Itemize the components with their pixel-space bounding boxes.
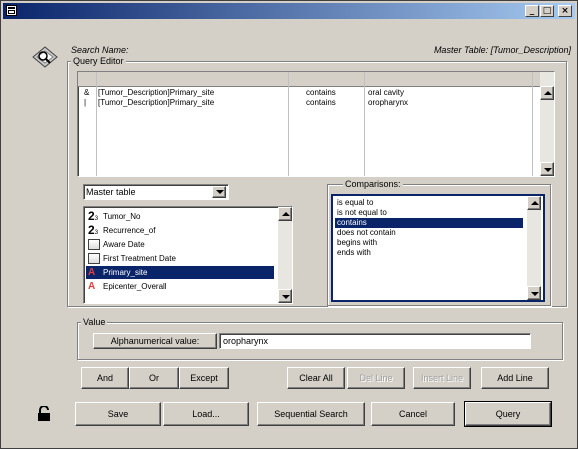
value-type-label: Alphanumerical value: <box>93 333 217 349</box>
scroll-up-icon[interactable] <box>527 196 541 210</box>
scroll-down-icon[interactable] <box>527 286 541 300</box>
master-table-label: Master Table: [Tumor_Description] <box>433 45 571 55</box>
list-item[interactable]: A Epicenter_Overall <box>86 280 274 293</box>
add-line-button[interactable]: Add Line <box>481 367 549 389</box>
scroll-down-icon[interactable] <box>278 289 292 303</box>
save-button[interactable]: Save <box>75 402 161 426</box>
query-row-value: oropharynx <box>368 98 409 107</box>
chevron-down-icon[interactable] <box>212 186 226 198</box>
or-button[interactable]: Or <box>129 367 179 389</box>
master-table-select[interactable]: Master table <box>83 184 229 200</box>
comparison-item[interactable]: is not equal to <box>335 208 523 218</box>
except-button[interactable]: Except <box>179 367 229 389</box>
list-item[interactable]: First Treatment Date <box>86 252 274 265</box>
date-icon <box>88 239 100 251</box>
query-row-comparison: contains <box>306 98 336 107</box>
numeric-icon: 23 <box>88 209 99 224</box>
query-row-field: [Tumor_Description]Primary_site <box>98 98 215 107</box>
scroll-up-icon[interactable] <box>540 86 554 100</box>
list-item[interactable]: 23 Recurrence_of <box>86 224 274 237</box>
comparisons-scrollbar[interactable] <box>527 196 541 300</box>
scroll-down-icon[interactable] <box>540 162 554 176</box>
query-editor-title: Query Editor <box>71 56 126 66</box>
query-button[interactable]: Query <box>464 401 552 427</box>
comparison-item[interactable]: does not contain <box>335 228 523 238</box>
list-item[interactable]: Aware Date <box>86 238 274 251</box>
comparison-item[interactable]: contains <box>335 218 523 228</box>
query-row-comparison: contains <box>306 88 336 97</box>
query-row-op: & <box>84 88 90 97</box>
clear-all-button[interactable]: Clear All <box>287 367 345 389</box>
sequential-search-button[interactable]: Sequential Search <box>257 402 365 426</box>
list-item[interactable]: A Primary_site <box>86 266 274 279</box>
del-line-button[interactable]: Del Line <box>347 367 405 389</box>
comparison-item[interactable]: ends with <box>335 248 523 258</box>
search-name-label: Search Name: <box>71 45 129 55</box>
comparison-item[interactable]: begins with <box>335 238 523 248</box>
query-row-field: [Tumor_Description]Primary_site <box>98 88 215 97</box>
comparisons-list[interactable]: is equal to is not equal to contains doe… <box>331 194 545 302</box>
comparisons-title: Comparisons: <box>343 179 403 189</box>
app-icon[interactable] <box>6 5 17 16</box>
query-row-value: oral cavity <box>368 88 405 97</box>
field-list-scrollbar[interactable] <box>278 207 292 303</box>
insert-line-button[interactable]: Insert Line <box>413 367 471 389</box>
query-grid[interactable]: & [Tumor_Description]Primary_site contai… <box>77 71 555 177</box>
text-icon: A <box>88 281 96 293</box>
search-icon <box>31 43 59 71</box>
numeric-icon: 23 <box>88 223 99 238</box>
text-icon: A <box>88 267 96 279</box>
date-icon <box>88 253 100 265</box>
lock-icon[interactable] <box>37 405 51 422</box>
title-bar[interactable]: _ □ × <box>3 3 575 19</box>
query-window: _ □ × Search Name: Master Table: [Tumor_… <box>0 0 578 449</box>
value-input[interactable]: oropharynx <box>219 333 531 349</box>
query-row-op: | <box>84 98 87 107</box>
value-title: Value <box>81 317 108 327</box>
master-table-select-value: Master table <box>86 187 136 197</box>
load-button[interactable]: Load... <box>163 402 249 426</box>
scroll-up-icon[interactable] <box>278 207 292 221</box>
query-grid-scrollbar[interactable] <box>540 72 554 176</box>
list-item[interactable]: 23 Tumor_No <box>86 210 274 223</box>
comparison-item[interactable]: is equal to <box>335 198 523 208</box>
close-icon[interactable]: × <box>558 5 572 17</box>
maximize-icon[interactable]: □ <box>540 5 554 17</box>
field-list[interactable]: 23 Tumor_No 23 Recurrence_of Aware Date Fi… <box>83 206 293 304</box>
and-button[interactable]: And <box>81 367 129 389</box>
cancel-button[interactable]: Cancel <box>371 402 455 426</box>
minimize-icon[interactable]: _ <box>525 5 539 17</box>
